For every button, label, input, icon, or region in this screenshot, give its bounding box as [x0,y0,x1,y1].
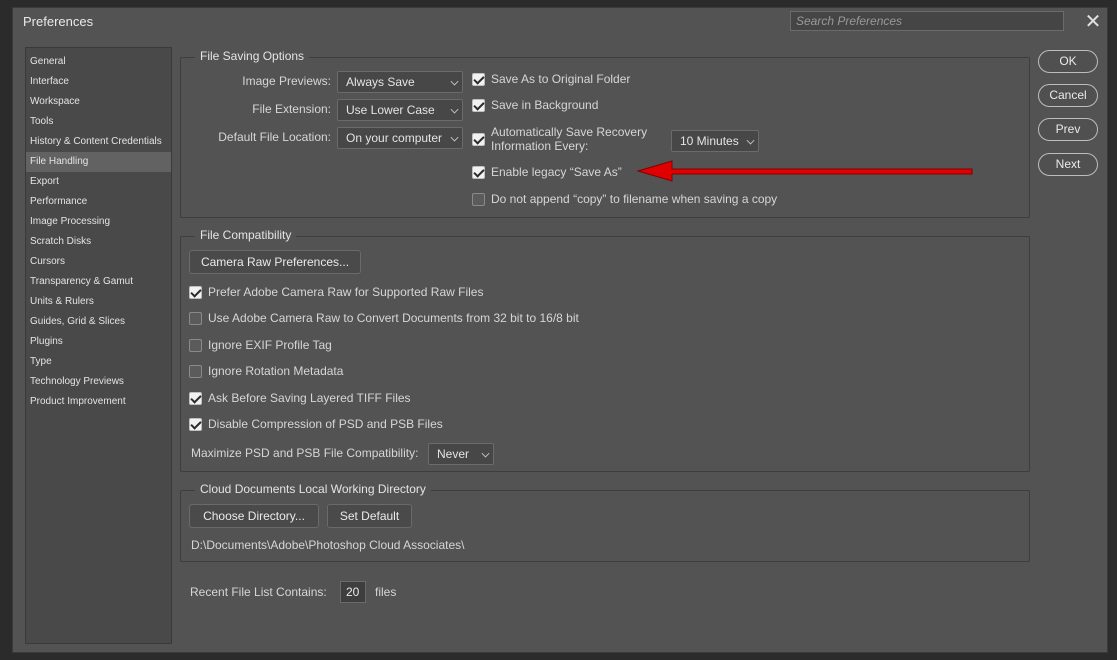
disable-compression-checkbox[interactable] [189,418,202,431]
legacy-save-as-label: Enable legacy “Save As” [491,165,622,179]
file-compat-title: File Compatibility [195,228,297,242]
cloud-directory-path: D:\Documents\Adobe\Photoshop Cloud Assoc… [191,538,465,552]
auto-recovery-checkbox[interactable] [472,133,485,146]
image-previews-label: Image Previews: [242,74,331,88]
default-location-select[interactable]: On your computer [337,127,463,149]
default-location-value: On your computer [346,131,443,145]
save-as-original-label: Save As to Original Folder [491,72,631,86]
chevron-down-icon [450,105,459,114]
file-extension-label: File Extension: [252,102,331,116]
save-background-checkbox[interactable] [472,99,485,112]
sidebar-item-interface[interactable]: Interface [26,72,171,92]
ok-button[interactable]: OK [1038,50,1098,73]
sidebar-item-history[interactable]: History & Content Credentials [26,132,171,152]
sidebar-item-guides[interactable]: Guides, Grid & Slices [26,312,171,332]
sidebar-item-export[interactable]: Export [26,172,171,192]
chevron-down-icon [450,77,459,86]
sidebar-item-transparency[interactable]: Transparency & Gamut [26,272,171,292]
sidebar-item-scratch-disks[interactable]: Scratch Disks [26,232,171,252]
search-input[interactable]: Search Preferences [790,11,1064,31]
sidebar-item-product-improvement[interactable]: Product Improvement [26,392,171,412]
use-acr-convert-label: Use Adobe Camera Raw to Convert Document… [208,311,579,325]
sidebar: General Interface Workspace Tools Histor… [25,47,172,644]
chevron-down-icon [481,449,490,458]
ignore-exif-checkbox[interactable] [189,339,202,352]
sidebar-item-file-handling[interactable]: File Handling [26,152,171,172]
image-previews-value: Always Save [346,75,415,89]
sidebar-item-technology-previews[interactable]: Technology Previews [26,372,171,392]
recent-files-input[interactable]: 20 [340,581,366,603]
dialog-title: Preferences [23,14,94,29]
sidebar-item-general[interactable]: General [26,52,171,72]
ignore-rotation-checkbox[interactable] [189,365,202,378]
file-saving-title: File Saving Options [195,49,310,63]
maximize-select[interactable]: Never [428,443,494,465]
prev-button[interactable]: Prev [1038,118,1098,141]
no-copy-checkbox[interactable] [472,193,485,206]
save-background-label: Save in Background [491,98,599,112]
recent-files-label: Recent File List Contains: [190,585,327,599]
legacy-save-as-checkbox[interactable] [472,166,485,179]
chevron-down-icon [450,133,459,142]
image-previews-select[interactable]: Always Save [337,71,463,93]
auto-recovery-label-1: Automatically Save Recovery [491,125,648,139]
sidebar-item-type[interactable]: Type [26,352,171,372]
sidebar-item-plugins[interactable]: Plugins [26,332,171,352]
auto-recovery-label-2: Information Every: [491,139,589,153]
camera-raw-preferences-button[interactable]: Camera Raw Preferences... [189,250,361,274]
recovery-interval-value: 10 Minutes [680,134,739,148]
cloud-docs-title: Cloud Documents Local Working Directory [195,482,431,496]
recent-files-suffix: files [375,585,397,599]
sidebar-item-image-processing[interactable]: Image Processing [26,212,171,232]
ask-tiff-checkbox[interactable] [189,392,202,405]
file-extension-select[interactable]: Use Lower Case [337,99,463,121]
maximize-value: Never [437,447,470,461]
ignore-rotation-label: Ignore Rotation Metadata [208,364,344,378]
save-as-original-checkbox[interactable] [472,73,485,86]
close-icon[interactable]: ✕ [1081,10,1105,34]
disable-compression-label: Disable Compression of PSD and PSB Files [208,417,443,431]
sidebar-item-cursors[interactable]: Cursors [26,252,171,272]
sidebar-item-performance[interactable]: Performance [26,192,171,212]
no-copy-label: Do not append “copy” to filename when sa… [491,192,778,206]
title-bar: Preferences Search Preferences ✕ [13,8,1107,38]
set-default-button[interactable]: Set Default [327,504,412,528]
sidebar-item-tools[interactable]: Tools [26,112,171,132]
ignore-exif-label: Ignore EXIF Profile Tag [208,338,332,352]
recovery-interval-select[interactable]: 10 Minutes [671,130,759,152]
prefer-acr-checkbox[interactable] [189,286,202,299]
maximize-label: Maximize PSD and PSB File Compatibility: [191,446,419,460]
ask-tiff-label: Ask Before Saving Layered TIFF Files [208,391,411,405]
sidebar-item-units-rulers[interactable]: Units & Rulers [26,292,171,312]
next-button[interactable]: Next [1038,153,1098,176]
prefer-acr-label: Prefer Adobe Camera Raw for Supported Ra… [208,285,484,299]
sidebar-item-workspace[interactable]: Workspace [26,92,171,112]
chevron-down-icon [746,136,755,145]
choose-directory-button[interactable]: Choose Directory... [189,504,319,528]
default-location-label: Default File Location: [218,130,331,144]
use-acr-convert-checkbox[interactable] [189,312,202,325]
cancel-button[interactable]: Cancel [1038,84,1098,107]
preferences-dialog: Preferences Search Preferences ✕ General… [12,7,1108,653]
file-extension-value: Use Lower Case [346,103,435,117]
